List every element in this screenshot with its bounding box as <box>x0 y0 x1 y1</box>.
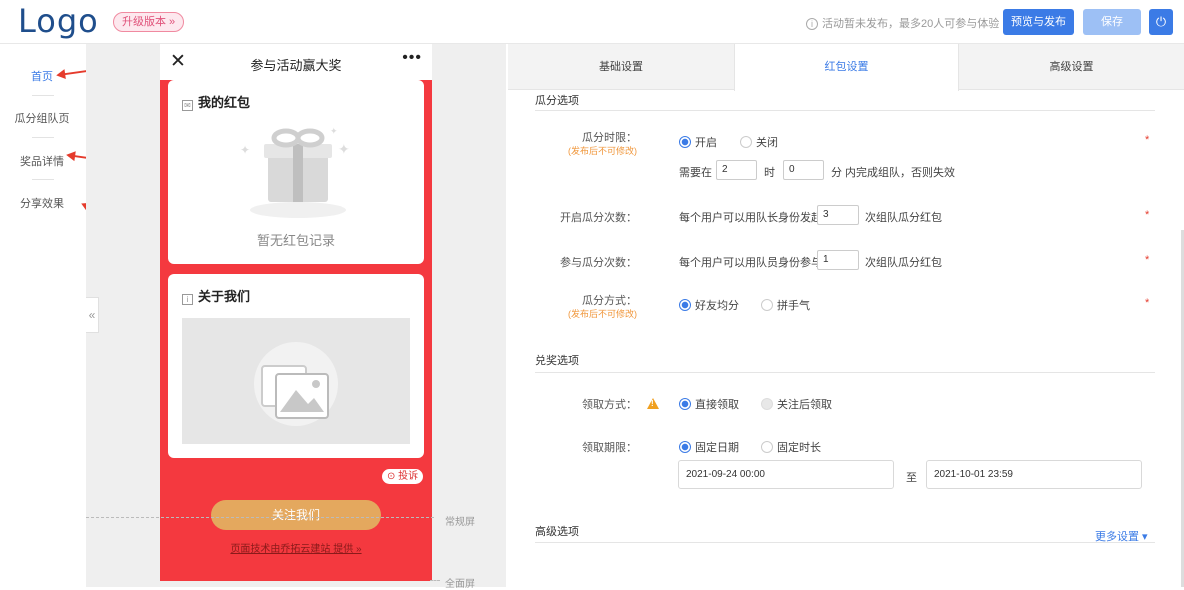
radio-dot <box>761 398 773 410</box>
join-count-suffix: 次组队瓜分红包 <box>865 257 942 269</box>
section-divider <box>535 542 1155 543</box>
warning-icon[interactable]: ! <box>647 398 659 409</box>
card-title: i 关于我们 <box>182 286 250 305</box>
split-luck-radio[interactable]: 拼手气 <box>761 297 810 313</box>
full-screen-line <box>430 580 440 581</box>
hours-input[interactable]: 2 <box>716 160 757 180</box>
radio-dot <box>679 299 691 311</box>
card-title: ✉ 我的红包 <box>182 92 250 111</box>
fixed-date-radio[interactable]: 固定日期 <box>679 439 739 455</box>
empty-text: 暂无红包记录 <box>256 233 335 248</box>
start-count-suffix: 次组队瓜分红包 <box>865 212 942 224</box>
support-link[interactable]: 页面技术由乔拓云建站 提供 » <box>160 540 432 555</box>
fixed-duration-radio[interactable]: 固定时长 <box>761 439 821 455</box>
tab-red-packet-settings[interactable]: 红包设置 <box>734 44 959 91</box>
image-icon <box>254 342 338 426</box>
notice-text: 活动暂未发布，最多20人可参与体验 <box>822 18 1000 30</box>
hour-unit: 时 <box>764 167 775 179</box>
phone-preview: ✕ 参与活动赢大奖 ••• ✉我的红包 ✦ ✦ ✦ 暂无红包记录 i关于我们 <box>160 44 432 581</box>
info-icon: i <box>806 18 818 30</box>
nav-divider <box>32 137 54 138</box>
required-mark: * <box>1145 209 1150 221</box>
claim-method-label: 领取方式： <box>582 399 637 411</box>
gift-box-icon: ✦ ✦ ✦ <box>240 126 350 218</box>
upgrade-button[interactable]: 升级版本 » <box>113 12 185 32</box>
tab-basic-settings[interactable]: 基础设置 <box>508 44 734 90</box>
nav-divider <box>32 179 54 180</box>
radio-dot <box>679 136 691 148</box>
radio-dot <box>679 398 691 410</box>
svg-text:✦: ✦ <box>338 141 350 157</box>
nav-item-share-effect[interactable]: 分享效果 <box>10 195 74 211</box>
start-count-label: 开启瓜分次数： <box>560 212 637 224</box>
save-button[interactable]: 保存 <box>1083 9 1141 35</box>
tab-advanced-settings[interactable]: 高级设置 <box>959 44 1184 90</box>
section-divider <box>535 110 1155 111</box>
join-count-label: 参与瓜分次数： <box>560 257 637 269</box>
settings-tabs: 基础设置 红包设置 高级设置 <box>508 44 1184 91</box>
split-equal-radio[interactable]: 好友均分 <box>679 297 739 313</box>
phone-title: 参与活动赢大奖 <box>250 58 342 73</box>
time-limit-off-radio[interactable]: 关闭 <box>740 134 778 150</box>
radio-dot <box>740 136 752 148</box>
complain-button[interactable]: ⊙ 投诉 <box>382 469 424 484</box>
section-title-split: 瓜分选项 <box>535 95 579 107</box>
nav-divider <box>32 95 54 96</box>
top-bar: Logo 升级版本 » i 活动暂未发布，最多20人可参与体验 预览与发布 保存 … <box>0 0 1184 44</box>
time-limit-suffix: 分 内完成组队，否则失效 <box>831 167 956 179</box>
normal-screen-label: 常规屏 <box>445 517 475 528</box>
power-button[interactable]: ⏻ <box>1149 9 1173 35</box>
phone-header: ✕ 参与活动赢大奖 ••• <box>160 44 432 80</box>
start-count-prefix: 每个用户可以用队长身份发起 <box>679 212 822 224</box>
image-placeholder <box>182 318 410 444</box>
radio-dot <box>761 441 773 453</box>
power-icon: ⏻ <box>1155 14 1167 29</box>
time-limit-note: (发布后不可修改) <box>568 146 637 156</box>
required-mark: * <box>1145 134 1150 146</box>
required-mark: * <box>1145 297 1150 309</box>
about-us-card: i 关于我们 <box>168 274 424 458</box>
more-icon[interactable]: ••• <box>402 49 422 67</box>
start-date-input[interactable]: 2021-09-24 00:00 <box>678 460 894 489</box>
join-count-prefix: 每个用户可以用队员身份参与 <box>679 257 822 269</box>
join-count-input[interactable]: 1 <box>817 250 859 270</box>
split-method-label: 瓜分方式： <box>582 295 637 307</box>
normal-screen-line <box>86 517 434 518</box>
publish-notice: i 活动暂未发布，最多20人可参与体验 <box>806 15 999 31</box>
claim-direct-radio[interactable]: 直接领取 <box>679 396 739 412</box>
nav-item-prize-detail[interactable]: 奖品详情 <box>10 153 74 169</box>
claim-follow-radio[interactable]: 关注后领取 <box>761 396 832 412</box>
red-packet-card: ✉ 我的红包 ✦ ✦ ✦ 暂无红包记录 <box>168 80 424 264</box>
info-icon: i <box>182 294 193 305</box>
claim-period-label: 领取期限： <box>582 442 637 454</box>
section-title-claim: 兑奖选项 <box>535 355 579 367</box>
envelope-icon: ✉ <box>182 100 193 111</box>
time-limit-prefix: 需要在 <box>679 167 712 179</box>
radio-dot <box>679 441 691 453</box>
start-count-input[interactable]: 3 <box>817 205 859 225</box>
svg-text:✦: ✦ <box>240 143 250 157</box>
collapse-button[interactable]: « <box>86 297 99 333</box>
full-screen-label: 全面屏 <box>445 579 475 590</box>
end-date-input[interactable]: 2021-10-01 23:59 <box>926 460 1142 489</box>
radio-dot <box>761 299 773 311</box>
section-title-advanced: 高级选项 <box>535 526 579 538</box>
section-divider <box>535 372 1155 373</box>
time-limit-on-radio[interactable]: 开启 <box>679 134 717 150</box>
minutes-input[interactable]: 0 <box>783 160 824 180</box>
date-range-separator: 至 <box>906 472 917 484</box>
logo: Logo <box>18 2 99 40</box>
split-method-note: (发布后不可修改) <box>568 309 637 319</box>
nav-item-team-page[interactable]: 瓜分组队页 <box>10 110 74 126</box>
time-limit-label: 瓜分时限： <box>582 132 637 144</box>
required-mark: * <box>1145 254 1150 266</box>
follow-us-button[interactable]: 关注我们 <box>211 500 381 530</box>
preview-publish-button[interactable]: 预览与发布 <box>1003 9 1074 35</box>
svg-text:✦: ✦ <box>330 126 338 136</box>
